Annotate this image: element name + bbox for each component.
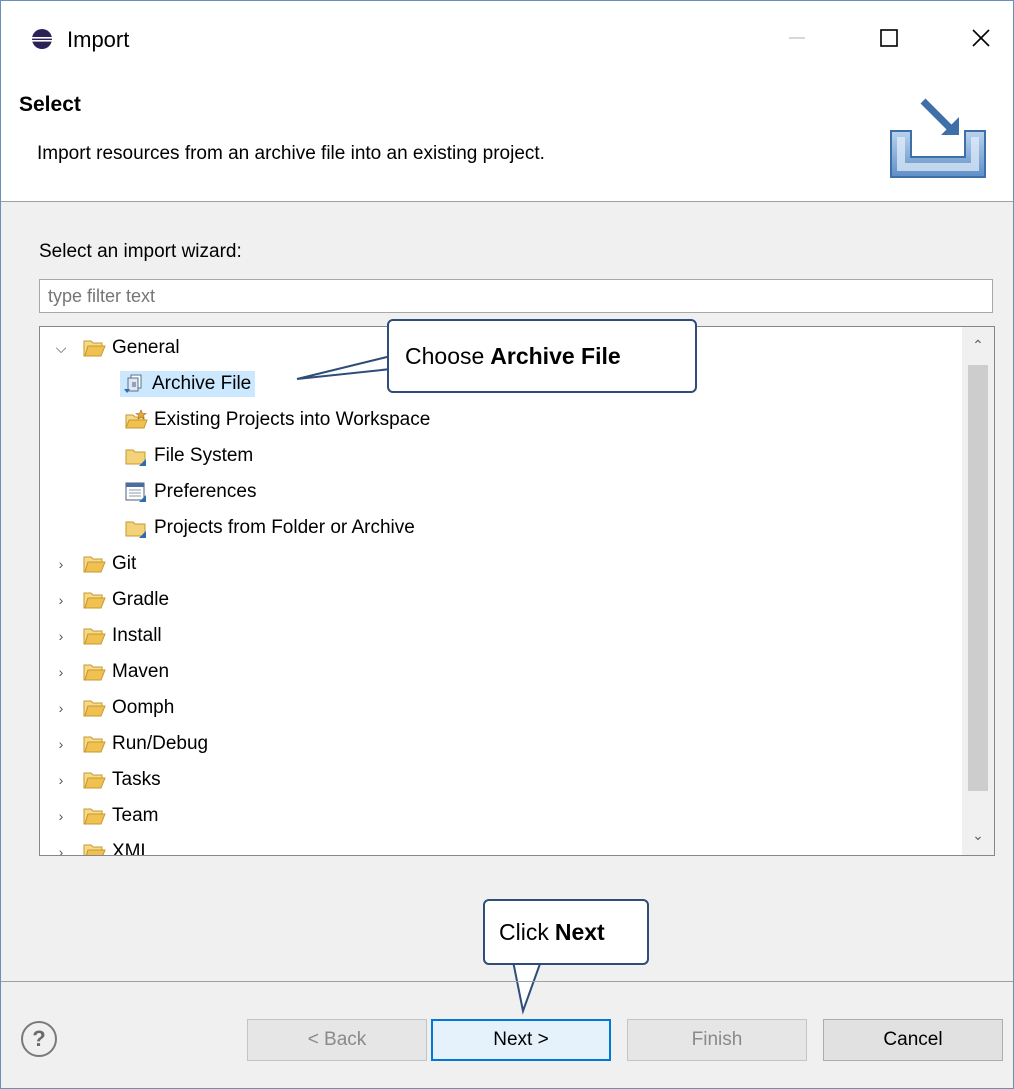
folder-open-icon — [83, 844, 106, 855]
maximize-icon — [880, 29, 898, 47]
callout-bold-text: Archive File — [490, 342, 621, 369]
tree-item-tasks[interactable]: › Tasks — [52, 763, 161, 797]
help-icon[interactable]: ? — [21, 1021, 57, 1057]
tree-item-label: Team — [112, 805, 159, 826]
chevron-down-icon[interactable]: ⌵ — [52, 331, 70, 365]
folder-open-icon — [83, 592, 106, 609]
chevron-right-icon[interactable]: › — [52, 763, 70, 797]
tree-item-install[interactable]: › Install — [52, 619, 162, 653]
folder-open-icon — [83, 628, 106, 645]
tree-item-oomph[interactable]: › Oomph — [52, 691, 175, 725]
tree-item-label: Oomph — [112, 697, 175, 718]
back-button[interactable]: < Back — [247, 1019, 427, 1061]
chevron-right-icon[interactable]: › — [52, 619, 70, 653]
folder-open-icon — [83, 664, 106, 681]
folder-import-icon — [125, 521, 146, 538]
tree-item-label: Existing Projects into Workspace — [154, 409, 431, 430]
cancel-button[interactable]: Cancel — [823, 1019, 1003, 1061]
tree-item-label: Archive File — [152, 373, 252, 394]
folder-open-icon — [83, 772, 106, 789]
page-description: Import resources from an archive file in… — [37, 143, 545, 164]
chevron-right-icon[interactable]: › — [52, 691, 70, 725]
eclipse-icon — [32, 29, 52, 49]
tree-item-label: Tasks — [112, 769, 161, 790]
wizard-tree[interactable]: ⌵ General Archive File Existing Projects… — [39, 326, 995, 856]
tree-item-gradle[interactable]: › Gradle — [52, 583, 169, 617]
tree-item-existing-projects[interactable]: Existing Projects into Workspace — [124, 403, 430, 437]
scroll-down-icon[interactable]: ⌄ — [962, 823, 994, 847]
minimize-icon — [789, 37, 805, 39]
finish-button[interactable]: Finish — [627, 1019, 807, 1061]
click-next-callout: Click Next — [483, 899, 649, 965]
minimize-button[interactable] — [769, 15, 825, 61]
tree-item-xml[interactable]: › XML — [52, 835, 152, 856]
close-icon — [972, 29, 990, 47]
tree-item-label: Gradle — [112, 589, 170, 610]
tree-item-run-debug[interactable]: › Run/Debug — [52, 727, 208, 761]
tree-item-team[interactable]: › Team — [52, 799, 159, 833]
next-callout-pointer — [512, 960, 542, 1015]
import-wizard-icon — [890, 98, 986, 178]
tree-item-file-system[interactable]: File System — [124, 439, 253, 473]
tree-item-label: Projects from Folder or Archive — [154, 517, 415, 538]
wizard-banner: Select Import resources from an archive … — [1, 79, 1013, 202]
tree-item-maven[interactable]: › Maven — [52, 655, 169, 689]
footer-divider — [1, 981, 1013, 982]
tree-item-label: Git — [112, 553, 137, 574]
callout-bold-text: Next — [554, 918, 605, 945]
preferences-icon — [125, 482, 146, 502]
folder-open-icon — [83, 556, 106, 573]
tree-item-selection: Archive File — [120, 371, 256, 397]
chevron-right-icon[interactable]: › — [52, 547, 70, 581]
close-button[interactable] — [953, 15, 1009, 61]
tree-item-label: General — [112, 337, 180, 358]
choose-archive-callout: Choose Archive File — [387, 319, 697, 393]
folder-open-icon — [83, 700, 106, 717]
archive-file-icon — [124, 374, 142, 393]
filter-input[interactable] — [39, 279, 993, 313]
next-button[interactable]: Next > — [431, 1019, 611, 1061]
callout-text: Click — [499, 918, 549, 945]
title-bar: Import — [1, 1, 1013, 79]
chevron-right-icon[interactable]: › — [52, 727, 70, 761]
folder-import-icon — [125, 449, 146, 466]
tree-item-preferences[interactable]: Preferences — [124, 475, 256, 509]
tree-item-label: Run/Debug — [112, 733, 209, 754]
tree-item-label: File System — [154, 445, 254, 466]
chevron-right-icon[interactable]: › — [52, 583, 70, 617]
import-dialog: Import Select Import resources from an a… — [0, 0, 1014, 1089]
callout-text: Choose — [405, 342, 485, 369]
window-title: Import — [67, 27, 130, 52]
tree-item-label: Maven — [112, 661, 170, 682]
folder-open-icon — [83, 340, 106, 357]
tree-item-general[interactable]: ⌵ General — [52, 331, 180, 365]
wizard-prompt-label: Select an import wizard: — [39, 241, 242, 262]
page-title: Select — [19, 93, 81, 116]
folder-open-icon — [83, 736, 106, 753]
vertical-scrollbar[interactable]: ⌃ ⌄ — [962, 327, 994, 855]
tree-item-projects-from-folder[interactable]: Projects from Folder or Archive — [124, 511, 415, 545]
tree-item-label: XML — [112, 841, 152, 856]
tree-item-label: Install — [112, 625, 162, 646]
chevron-right-icon[interactable]: › — [52, 799, 70, 833]
maximize-button[interactable] — [861, 15, 917, 61]
chevron-right-icon[interactable]: › — [52, 835, 70, 855]
tree-item-label: Preferences — [154, 481, 257, 502]
tree-item-git[interactable]: › Git — [52, 547, 137, 581]
tree-item-archive-file[interactable]: Archive File — [120, 367, 256, 401]
folder-open-icon — [83, 808, 106, 825]
scrollbar-thumb[interactable] — [968, 365, 988, 791]
chevron-right-icon[interactable]: › — [52, 655, 70, 689]
scroll-up-icon[interactable]: ⌃ — [962, 333, 994, 357]
existing-projects-icon — [125, 409, 148, 429]
